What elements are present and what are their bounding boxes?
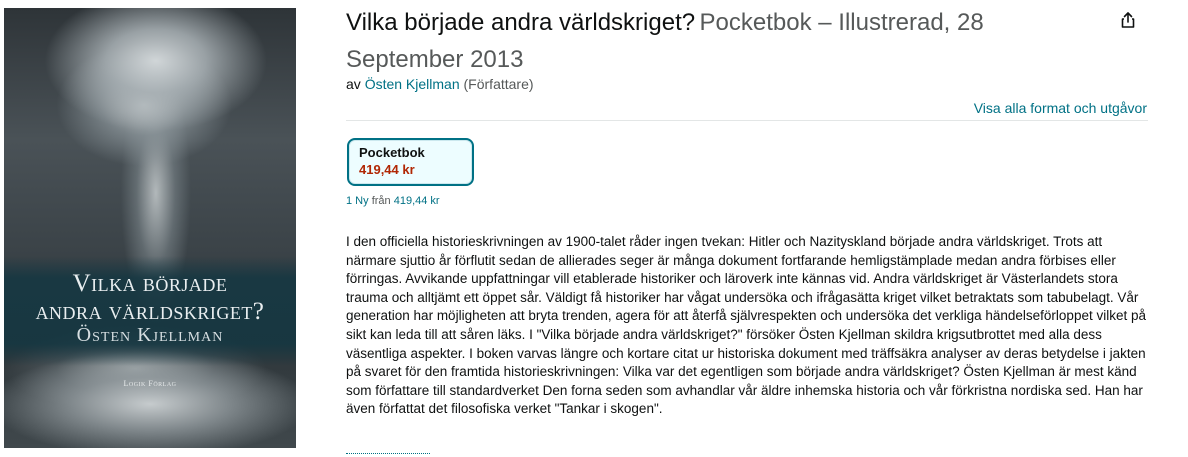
cover-author: Östen Kjellman — [76, 324, 224, 346]
divider — [346, 120, 1148, 121]
cover-publisher: Logik Förlag — [123, 379, 177, 388]
format-price: 419,44 kr — [359, 162, 415, 177]
read-more-underline[interactable] — [346, 453, 430, 454]
new-offers-link[interactable]: 1 Ny — [346, 195, 369, 207]
all-formats-link[interactable]: Visa alla format och utgåvor — [974, 100, 1147, 116]
product-title: Vilka började andra världskriget? Pocket… — [346, 6, 1086, 80]
format-option-pocketbok[interactable]: Pocketbok 419,44 kr — [347, 138, 474, 186]
byline-prefix: av — [346, 76, 361, 92]
share-button[interactable] — [1114, 6, 1142, 34]
book-cover-image[interactable]: Vilka började andra världskriget? Östen … — [4, 8, 296, 448]
offers-summary: 1 Ny från 419,44 kr — [346, 195, 440, 207]
product-title-main: Vilka började andra världskriget? — [346, 9, 696, 36]
author-role: (Författare) — [463, 76, 534, 92]
share-icon — [1121, 12, 1135, 28]
cover-title-line-1: Vilka började — [72, 270, 228, 297]
offers-from-text: från — [371, 195, 391, 207]
offers-price-link[interactable]: 419,44 kr — [394, 195, 440, 207]
cover-title: Vilka började andra världskriget? — [4, 270, 296, 326]
product-description: I den officiella historieskrivningen av … — [346, 234, 1146, 417]
format-name: Pocketbok — [359, 145, 425, 160]
cover-title-line-2: andra världskriget? — [35, 298, 265, 325]
byline: av Östen Kjellman (Författare) — [346, 76, 534, 92]
product-header: Vilka började andra världskriget? Pocket… — [346, 6, 1148, 80]
author-link[interactable]: Östen Kjellman — [365, 76, 460, 92]
